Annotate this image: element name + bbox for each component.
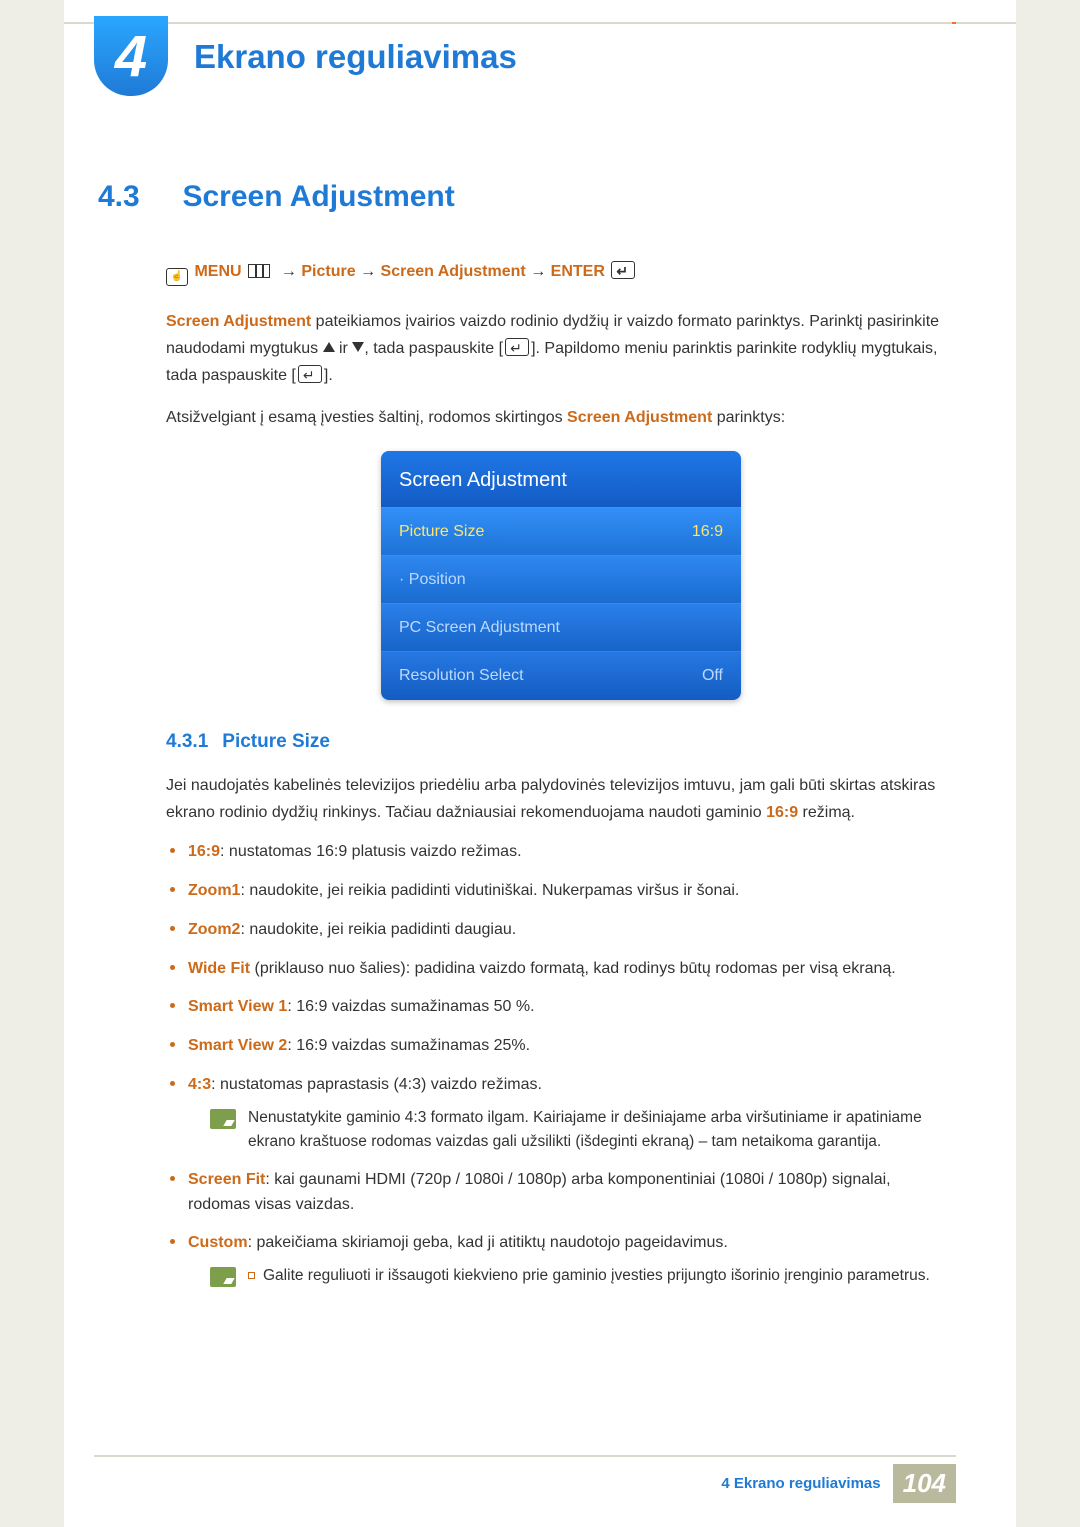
osd-row-position: · Position xyxy=(381,555,741,603)
nav-step1: Picture xyxy=(301,263,355,280)
kw-screen-adjustment: Screen Adjustment xyxy=(166,313,311,330)
paragraph-1: Screen Adjustment pateikiamos įvairios v… xyxy=(166,308,956,390)
list-item: Smart View 2: 16:9 vaizdas sumažinamas 2… xyxy=(188,1034,956,1059)
note-text: Nenustatykite gaminio 4:3 formato ilgam.… xyxy=(248,1106,956,1154)
note-text: Galite reguliuoti ir išsaugoti kiekvieno… xyxy=(248,1264,930,1288)
footer-rule xyxy=(94,1455,956,1457)
osd-row-label: · Position xyxy=(399,566,466,593)
subsection-heading: 4.3.1 Picture Size xyxy=(166,726,956,758)
enter-icon xyxy=(611,261,635,279)
enter-icon xyxy=(505,338,529,356)
hand-icon: ☝ xyxy=(166,268,188,286)
kw-screen-adjustment: Screen Adjustment xyxy=(567,409,712,426)
top-rule-accent xyxy=(952,22,956,24)
subsection-title: Picture Size xyxy=(222,731,330,752)
footer-chapter-label: 4 Ekrano reguliavimas xyxy=(721,1475,880,1492)
section-title: Screen Adjustment xyxy=(182,180,454,214)
list-item: 4:3: nustatomas paprastasis (4:3) vaizdo… xyxy=(188,1073,956,1154)
square-bullet-icon xyxy=(248,1272,255,1279)
nav-menu-label: MENU xyxy=(194,263,241,280)
list-item: Zoom2: naudokite, jei reikia padidinti d… xyxy=(188,918,956,943)
nav-enter-label: ENTER xyxy=(551,263,605,280)
list-item: Custom: pakeičiama skiriamoji geba, kad … xyxy=(188,1231,956,1288)
page-number: 104 xyxy=(893,1464,956,1503)
footer: 4 Ekrano reguliavimas 104 xyxy=(721,1464,956,1503)
osd-row-value: 16:9 xyxy=(692,518,723,545)
osd-row-picture-size: Picture Size 16:9 xyxy=(381,507,741,555)
osd-row-label: PC Screen Adjustment xyxy=(399,614,560,641)
section-number: 4.3 xyxy=(98,180,178,214)
menu-path: ☝ MENU → Picture → Screen Adjustment → E… xyxy=(166,258,956,286)
paragraph-2: Atsižvelgiant į esamą įvesties šaltinį, … xyxy=(166,404,956,431)
triangle-down-icon xyxy=(352,342,364,352)
top-rule xyxy=(64,22,1016,24)
subsection-number: 4.3.1 xyxy=(166,731,208,752)
options-list: 16:9: nustatomas 16:9 platusis vaizdo re… xyxy=(166,840,956,1288)
note-icon xyxy=(210,1109,236,1129)
note-icon xyxy=(210,1267,236,1287)
list-item: Screen Fit: kai gaunami HDMI (720p / 108… xyxy=(188,1168,956,1218)
chapter-badge: 4 xyxy=(94,16,168,96)
triangle-up-icon xyxy=(323,342,335,352)
note-block: Galite reguliuoti ir išsaugoti kiekvieno… xyxy=(210,1264,956,1288)
list-item: Smart View 1: 16:9 vaizdas sumažinamas 5… xyxy=(188,995,956,1020)
page: 4 Ekrano reguliavimas 4.3 Screen Adjustm… xyxy=(64,0,1016,1527)
nav-step2: Screen Adjustment xyxy=(381,263,526,280)
osd-row-pc-screen-adjustment: PC Screen Adjustment xyxy=(381,603,741,651)
osd-row-label: Resolution Select xyxy=(399,662,524,689)
osd-panel: Screen Adjustment Picture Size 16:9 · Po… xyxy=(381,451,741,700)
osd-row-label: Picture Size xyxy=(399,518,484,545)
list-item: 16:9: nustatomas 16:9 platusis vaizdo re… xyxy=(188,840,956,865)
osd-row-value: Off xyxy=(702,662,723,689)
section-heading: 4.3 Screen Adjustment xyxy=(98,180,956,214)
kw-16-9: 16:9 xyxy=(766,804,798,821)
list-item: Zoom1: naudokite, jei reikia padidinti v… xyxy=(188,879,956,904)
note-block: Nenustatykite gaminio 4:3 formato ilgam.… xyxy=(210,1106,956,1154)
picture-size-intro: Jei naudojatės kabelinės televizijos pri… xyxy=(166,772,956,826)
enter-icon xyxy=(298,365,322,383)
osd-row-resolution-select: Resolution Select Off xyxy=(381,651,741,699)
chapter-title: Ekrano reguliavimas xyxy=(194,38,517,76)
osd-title: Screen Adjustment xyxy=(381,451,741,507)
menu-grid-icon xyxy=(248,264,270,278)
list-item: Wide Fit (priklauso nuo šalies): padidin… xyxy=(188,957,956,982)
content-body: ☝ MENU → Picture → Screen Adjustment → E… xyxy=(166,258,956,1302)
